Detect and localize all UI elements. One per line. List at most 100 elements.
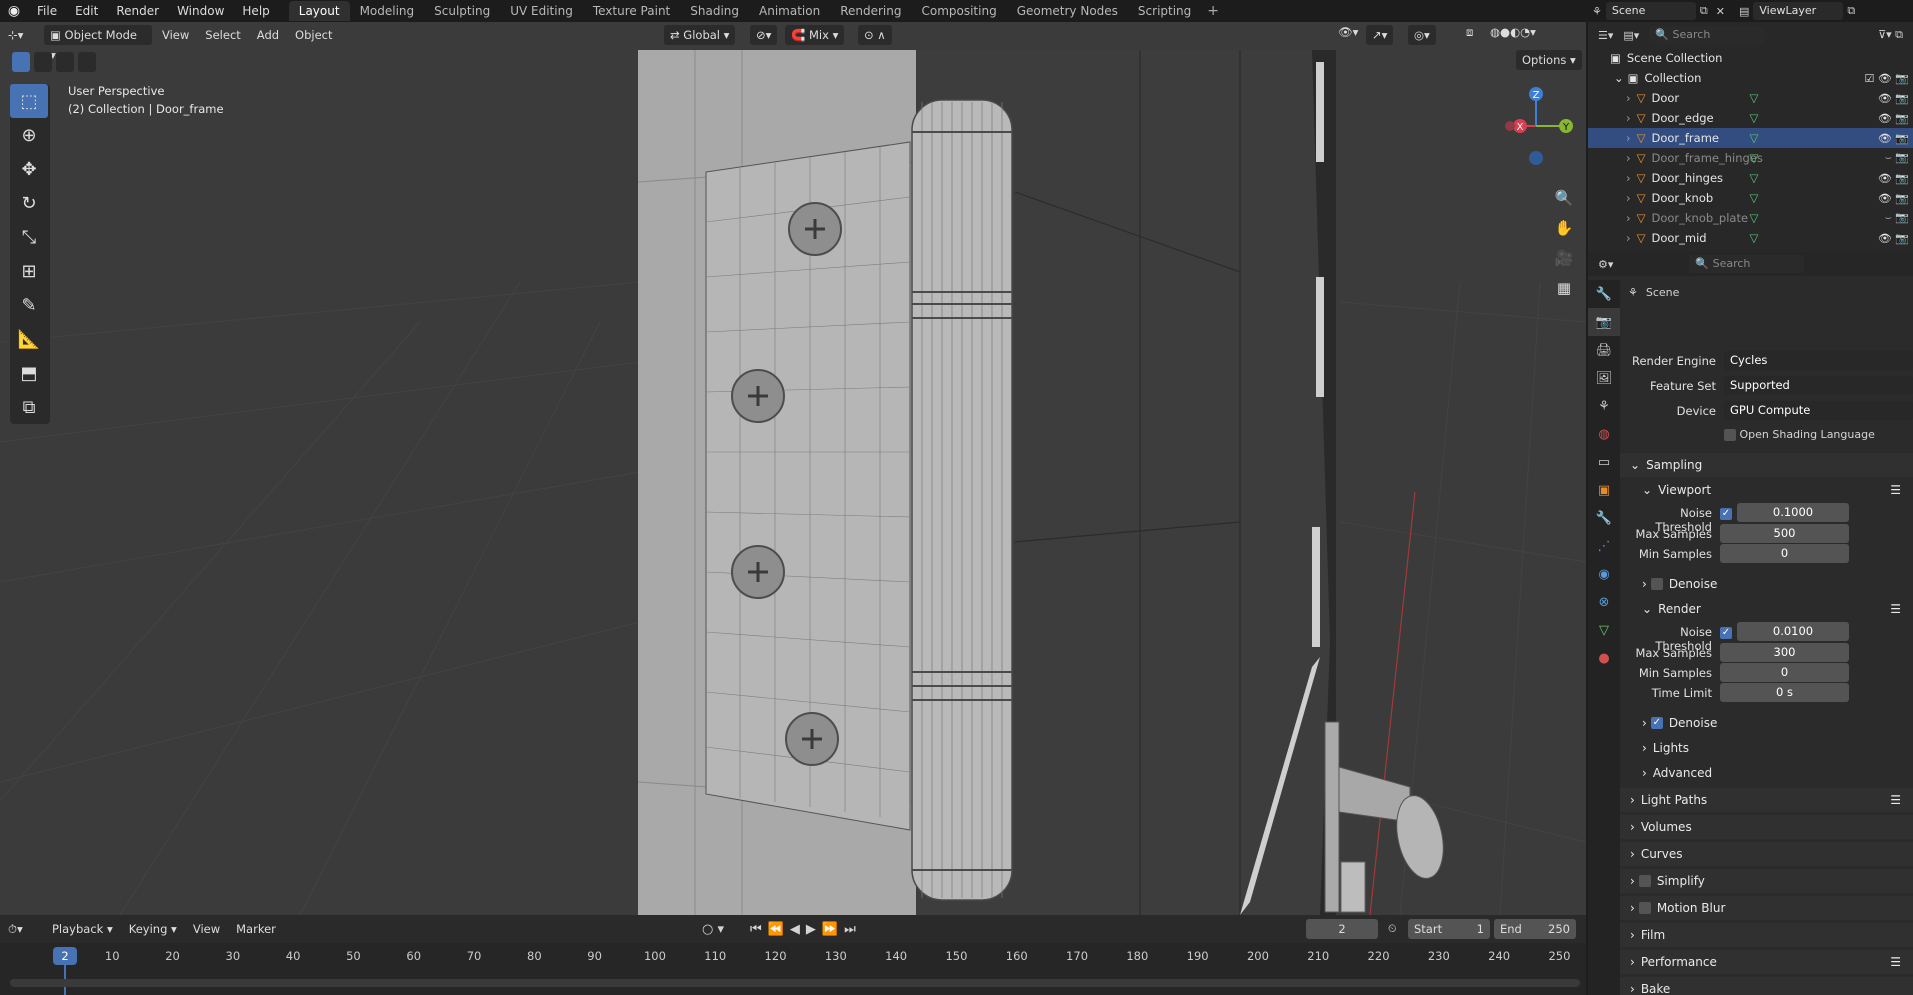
mode-dropdown[interactable]: ▣ Object Mode ▾ [44, 25, 152, 62]
timeline-view-menu[interactable]: View [185, 922, 228, 936]
outliner-item-toggles[interactable]: 👁 📷 [1878, 172, 1909, 185]
move-tool-icon[interactable]: ✥ [10, 152, 48, 186]
expand-arrow-icon[interactable]: › [1626, 211, 1631, 225]
camera-icon[interactable]: 🎥 [1552, 246, 1576, 270]
object-menu[interactable]: Object [287, 28, 340, 42]
vp-denoise-header[interactable]: › Denoise [1620, 572, 1913, 596]
display-mode-icon[interactable]: ▤▾ [1623, 29, 1639, 42]
expand-arrow-icon[interactable]: › [1626, 171, 1631, 185]
extrude-tool-icon[interactable]: ⧉ [10, 390, 48, 424]
r-denoise-checkbox[interactable]: ✓ [1650, 717, 1663, 729]
performance-panel-header[interactable]: › Performance ☰ [1620, 950, 1913, 974]
viewport-presets-icon[interactable]: ☰ [1890, 483, 1901, 497]
r-denoise-header[interactable]: › ✓ Denoise [1620, 711, 1913, 735]
render-subpanel-header[interactable]: ⌄ Render ☰ [1620, 597, 1913, 621]
outliner-item-door_frame[interactable]: › ▽ Door_frame ▽ 👁 📷 [1588, 128, 1913, 148]
add-menu[interactable]: Add [249, 28, 287, 42]
rotate-tool-icon[interactable]: ↻ [10, 186, 48, 220]
playhead-frame-badge[interactable]: 2 [53, 947, 77, 965]
sampling-panel-header[interactable]: ⌄ Sampling [1620, 453, 1913, 477]
select-new-icon[interactable] [12, 52, 30, 72]
outliner-item-door[interactable]: › ▽ Door ▽ 👁 📷 [1588, 88, 1913, 108]
new-scene-icon[interactable]: ⧉ [1696, 4, 1712, 18]
scale-tool-icon[interactable]: ⤡ [10, 220, 48, 254]
performance-presets-icon[interactable]: ☰ [1890, 955, 1901, 969]
pivot-point-icon[interactable]: ⊘▾ [750, 25, 778, 45]
expand-arrow-icon[interactable]: › [1626, 131, 1631, 145]
outliner-item-toggles[interactable]: 👁 📷 [1878, 132, 1909, 145]
outliner-item-toggles[interactable]: 👁 📷 [1878, 232, 1909, 245]
overlay-toggle-icon[interactable]: ◎▾ [1408, 25, 1436, 45]
playback-controls[interactable]: ⏮⏪◀▶⏩⏭ [750, 922, 862, 937]
outliner-editor-type-icon[interactable]: ☰▾ [1598, 29, 1613, 42]
ortho-grid-icon[interactable]: ▦ [1552, 276, 1576, 300]
delete-scene-icon[interactable]: ✕ [1712, 5, 1729, 18]
keying-menu[interactable]: Keying ▾ [121, 922, 185, 936]
view-layer-icon[interactable]: ▤ [1735, 5, 1753, 18]
proportional-edit-icon[interactable]: ⊙ ∧ [858, 25, 892, 45]
lights-subpanel-header[interactable]: › Lights [1620, 736, 1913, 760]
workspace-tab-layout[interactable]: Layout [288, 1, 350, 21]
r-noise-threshold-field[interactable]: 0.0100 [1737, 622, 1849, 641]
expand-arrow-icon[interactable]: › [1626, 191, 1631, 205]
outliner-item-door_mid[interactable]: › ▽ Door_mid ▽ 👁 📷 [1588, 228, 1913, 248]
outliner-item-door_edge[interactable]: › ▽ Door_edge ▽ 👁 📷 [1588, 108, 1913, 128]
measure-tool-icon[interactable]: 📐 [10, 322, 48, 356]
transform-tool-icon[interactable]: ⊞ [10, 254, 48, 288]
editor-type-icon[interactable]: ⊹▾ [0, 28, 44, 42]
osl-checkbox[interactable]: Open Shading Language [1724, 428, 1875, 441]
visibility-icon[interactable]: 👁▾ [1330, 25, 1366, 39]
pan-hand-icon[interactable]: ✋ [1552, 216, 1576, 240]
modifier-tab-icon[interactable]: 🔧 [1588, 504, 1620, 532]
scene-icon[interactable]: ⚘ [1588, 5, 1606, 18]
select-menu[interactable]: Select [197, 28, 248, 42]
auto-keying-icon[interactable]: ○ ▾ [702, 922, 724, 937]
outliner-item-door_frame_hinges[interactable]: › ▽ Door_frame_hinges ▽ ⌣ 📷 [1588, 148, 1913, 168]
options-dropdown[interactable]: Options ▾ [1516, 50, 1582, 70]
end-frame-field[interactable]: End 250 [1494, 919, 1576, 939]
material-tab-icon[interactable]: ● [1588, 644, 1620, 672]
r-min-samples-field[interactable]: 0 [1720, 663, 1849, 682]
curves-panel-header[interactable]: › Curves [1620, 842, 1913, 866]
start-frame-field[interactable]: Start 1 [1408, 919, 1490, 939]
collection-toggles[interactable]: ☑ 👁 📷 [1864, 72, 1909, 85]
workspace-tab-rendering[interactable]: Rendering [830, 1, 911, 21]
volumes-panel-header[interactable]: › Volumes [1620, 815, 1913, 839]
xray-toggle-icon[interactable]: ⧈ [1458, 25, 1481, 40]
render-tab-icon[interactable]: 📷 [1588, 308, 1620, 336]
vp-denoise-checkbox[interactable] [1650, 578, 1663, 590]
menu-edit[interactable]: Edit [66, 0, 107, 22]
motion-blur-checkbox[interactable] [1638, 902, 1651, 914]
transform-orientation-dropdown[interactable]: ⇄ Global ▾ [664, 25, 736, 45]
outliner-filter-icon[interactable]: ⊽▾ ⧉ [1878, 28, 1903, 42]
navigation-gizmo[interactable]: Z X Y [1496, 80, 1576, 190]
expand-arrow-icon[interactable]: › [1626, 111, 1631, 125]
workspace-tab-geometry-nodes[interactable]: Geometry Nodes [1007, 1, 1128, 21]
vp-max-samples-field[interactable]: 500 [1720, 524, 1849, 543]
motion-blur-panel-header[interactable]: › Motion Blur [1620, 896, 1913, 920]
properties-editor-type-icon[interactable]: ⚙▾ [1598, 258, 1613, 271]
constraints-tab-icon[interactable]: ⊗ [1588, 588, 1620, 616]
outliner-item-door_knob[interactable]: › ▽ Door_knob ▽ 👁 📷 [1588, 188, 1913, 208]
frame-ruler[interactable]: 2 10 20 30 40 50 60 70 80 90 100 110 120 130 140 150 16… [0, 943, 1586, 995]
collection-expand-icon[interactable]: ⌄ [1614, 71, 1624, 85]
scene-collection-row[interactable]: ▣ Scene Collection [1588, 48, 1913, 68]
new-view-layer-icon[interactable]: ⧉ [1843, 4, 1859, 18]
render-presets-icon[interactable]: ☰ [1890, 602, 1901, 616]
timeline-scrollbar[interactable] [10, 979, 1580, 987]
r-max-samples-field[interactable]: 300 [1720, 643, 1849, 662]
blender-logo-icon[interactable]: ◉ [0, 3, 28, 19]
collection-row[interactable]: ⌄ ▣ Collection ☑ 👁 📷 [1588, 68, 1913, 88]
light-paths-panel-header[interactable]: › Light Paths ☰ [1620, 788, 1913, 812]
collection-tab-icon[interactable]: ▭ [1588, 448, 1620, 476]
view-layer-tab-icon[interactable]: 🖼 [1588, 364, 1620, 392]
r-noise-threshold-checkbox[interactable]: ✓ [1720, 627, 1732, 639]
select-box-tool-icon[interactable]: ⬚ [10, 84, 48, 118]
scene-tab-icon[interactable]: ⚘ [1588, 392, 1620, 420]
expand-arrow-icon[interactable]: › [1626, 231, 1631, 245]
object-tab-icon[interactable]: ▣ [1588, 476, 1620, 504]
workspace-tab-animation[interactable]: Animation [749, 1, 830, 21]
gizmo-toggle-icon[interactable]: ↗▾ [1366, 25, 1394, 45]
film-panel-header[interactable]: › Film [1620, 923, 1913, 947]
menu-render[interactable]: Render [107, 0, 168, 22]
